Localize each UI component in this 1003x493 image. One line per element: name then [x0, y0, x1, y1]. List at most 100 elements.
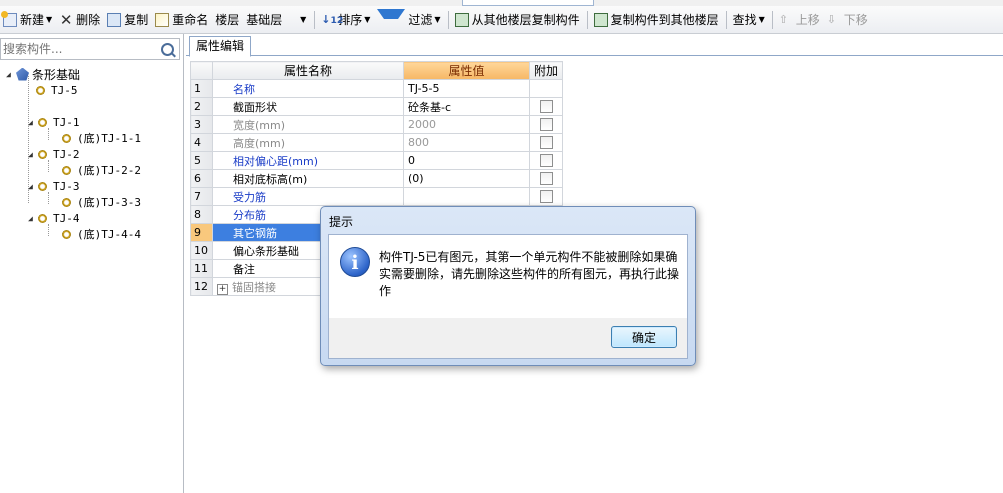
rename-button[interactable]: 重命名 — [152, 9, 211, 31]
dropdown-arrow-icon: ▼ — [434, 15, 441, 24]
tree-item-label: TJ-1 — [53, 115, 80, 129]
table-row[interactable]: 5 相对偏心距(mm) 0 — [190, 151, 564, 170]
table-row[interactable]: 6 相对底标高(m) (0) — [190, 169, 564, 188]
table-row[interactable]: 3 宽度(mm) 2000 — [190, 115, 564, 134]
toolbar-separator — [447, 10, 449, 29]
property-value[interactable]: 800 — [403, 133, 530, 152]
extra-checkbox[interactable] — [539, 100, 553, 114]
tree-root[interactable]: ◢ 条形基础 — [6, 66, 80, 82]
property-name: 锚固搭接 — [232, 280, 276, 294]
gear-icon — [62, 229, 71, 239]
filter-icon — [377, 8, 406, 33]
extra-cell — [528, 97, 564, 116]
table-row[interactable]: 4 高度(mm) 800 — [190, 133, 564, 152]
floor-label: 楼层 — [212, 9, 242, 31]
property-name: 受力筋 — [212, 187, 404, 206]
tree-item-label: TJ-5 — [51, 83, 78, 97]
property-value[interactable]: 2000 — [403, 115, 530, 134]
row-number: 9 — [190, 223, 213, 242]
search-box — [0, 38, 180, 60]
row-number: 11 — [190, 259, 213, 278]
column-header-name[interactable]: 属性名称 — [212, 61, 404, 80]
property-value[interactable]: (0) — [403, 169, 530, 188]
row-number: 3 — [190, 115, 213, 134]
gear-icon — [62, 133, 71, 143]
extra-checkbox[interactable] — [539, 154, 553, 168]
collapse-icon[interactable]: ◢ — [28, 182, 38, 191]
toolbar: 新建 ▼ ✕ 删除 复制 重命名 楼层 基础层 ▼ ↓12 排序 ▼ 过滤 ▼ 从其他楼层复… — [0, 6, 1003, 34]
property-name: 高度(mm) — [212, 133, 404, 152]
tab-bar: 属性编辑 — [186, 34, 1003, 57]
column-header-value[interactable]: 属性值 — [403, 61, 530, 80]
tree-item-tj-2[interactable]: ◢ TJ-2 — [28, 146, 80, 162]
row-number: 6 — [190, 169, 213, 188]
column-header-extra[interactable]: 附加 — [528, 61, 564, 80]
tree-subitem-tj-3-3[interactable]: (底)TJ-3-3 — [62, 194, 141, 210]
dialog-message: 构件TJ-5已有图元，其第一个单元构件不能被删除如果确实需要删除，请先删除这些构… — [379, 250, 680, 298]
row-number: 10 — [190, 241, 213, 260]
tree-item-tj-3[interactable]: ◢ TJ-3 — [28, 178, 80, 194]
delete-icon: ✕ — [59, 10, 73, 29]
row-number: 4 — [190, 133, 213, 152]
property-value[interactable]: TJ-5-5 — [403, 79, 530, 98]
expand-icon[interactable]: + — [217, 283, 228, 295]
property-name: 相对底标高(m) — [212, 169, 404, 188]
extra-cell — [528, 187, 564, 206]
tab-property-edit[interactable]: 属性编辑 — [189, 36, 252, 57]
move-up-button[interactable]: ⇧ 上移 — [776, 9, 823, 31]
find-label: 查找 — [732, 13, 757, 27]
move-up-label: 上移 — [795, 13, 820, 27]
delete-label: 删除 — [76, 13, 101, 27]
dialog-body: i 构件TJ-5已有图元，其第一个单元构件不能被删除如果确实需要删除，请先删除这… — [328, 234, 688, 320]
find-button[interactable]: 查找 ▼ — [730, 9, 768, 31]
info-icon: i — [340, 247, 370, 277]
sort-icon: ↓12 — [321, 12, 344, 26]
row-number-header — [190, 61, 213, 80]
collapse-icon[interactable]: ◢ — [6, 70, 16, 79]
copy-button[interactable]: 复制 — [104, 9, 151, 31]
collapse-icon[interactable]: ◢ — [28, 150, 38, 159]
extra-checkbox[interactable] — [539, 118, 553, 132]
copy-from-floor-button[interactable]: 从其他楼层复制构件 — [452, 9, 583, 31]
search-input[interactable] — [3, 40, 153, 58]
ok-button[interactable]: 确定 — [611, 326, 677, 348]
filter-button[interactable]: 过滤 ▼ — [374, 8, 443, 33]
extra-checkbox[interactable] — [539, 190, 553, 204]
toolbar-separator — [725, 10, 727, 29]
floor-select[interactable]: 基础层 ▼ — [243, 11, 309, 29]
gear-icon — [62, 197, 71, 207]
copy-to-floor-button[interactable]: 复制构件到其他楼层 — [591, 9, 722, 31]
tree-item-tj-4[interactable]: ◢ TJ-4 — [28, 210, 80, 226]
toolbar-separator — [314, 10, 316, 29]
row-number: 2 — [190, 97, 213, 116]
tree-subitem-tj-4-4[interactable]: (底)TJ-4-4 — [62, 226, 141, 242]
new-button[interactable]: 新建 ▼ — [0, 9, 55, 31]
prompt-dialog: 提示 i 构件TJ-5已有图元，其第一个单元构件不能被删除如果确实需要删除，请先… — [320, 206, 696, 366]
tree-item-label: TJ-4 — [53, 211, 80, 225]
sort-button[interactable]: ↓12 排序 ▼ — [318, 9, 373, 31]
extra-cell — [528, 151, 564, 170]
row-number: 1 — [190, 79, 213, 98]
extra-checkbox[interactable] — [539, 136, 553, 150]
gear-icon — [38, 117, 47, 127]
property-value[interactable]: 0 — [403, 151, 530, 170]
tree-subitem-tj-2-2[interactable]: (底)TJ-2-2 — [62, 162, 141, 178]
property-value[interactable]: 砼条基-c — [403, 97, 530, 116]
table-row[interactable]: 1 名称 TJ-5-5 — [190, 79, 564, 98]
move-down-button[interactable]: ⇩ 下移 — [824, 9, 871, 31]
tree-item-tj-1[interactable]: ◢ TJ-1 — [28, 114, 80, 130]
tree-subitem-label: (底)TJ-1-1 — [77, 132, 141, 145]
collapse-icon[interactable]: ◢ — [28, 118, 38, 127]
search-icon[interactable] — [161, 43, 174, 56]
delete-button[interactable]: ✕ 删除 — [56, 9, 103, 31]
table-row[interactable]: 7 受力筋 — [190, 187, 564, 206]
gear-icon — [36, 85, 45, 95]
property-value[interactable] — [403, 187, 530, 206]
new-label: 新建 — [20, 13, 45, 27]
table-row[interactable]: 2 截面形状 砼条基-c — [190, 97, 564, 116]
extra-checkbox[interactable] — [539, 172, 553, 186]
tree-item-tj-5[interactable]: TJ-5 — [36, 82, 78, 98]
toolbar-separator — [771, 10, 773, 29]
tree-subitem-tj-1-1[interactable]: (底)TJ-1-1 — [62, 130, 141, 146]
collapse-icon[interactable]: ◢ — [28, 214, 38, 223]
